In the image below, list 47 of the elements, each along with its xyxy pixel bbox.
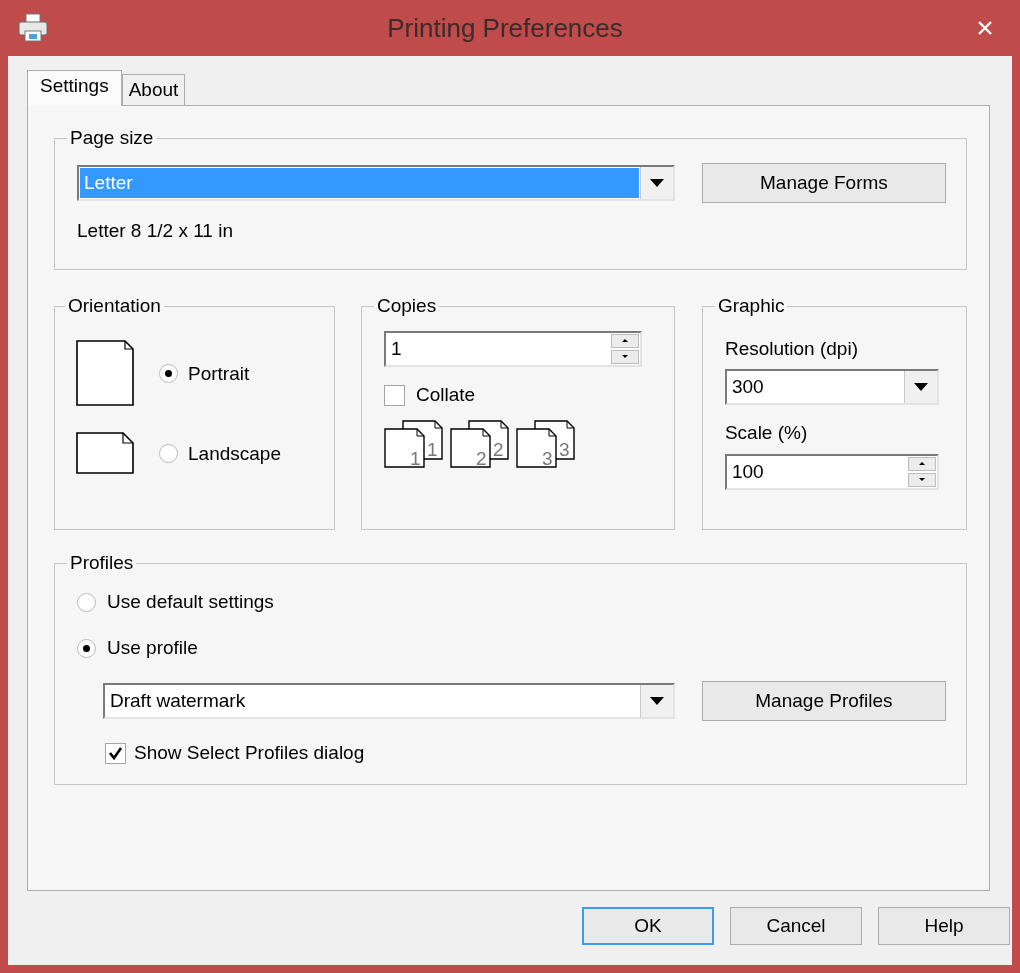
dropdown-arrow-icon[interactable] bbox=[649, 696, 664, 705]
checkbox[interactable] bbox=[384, 384, 405, 406]
page-number: 2 bbox=[476, 448, 487, 470]
close-icon[interactable] bbox=[977, 20, 993, 36]
checkbox-label[interactable]: Collate bbox=[416, 380, 476, 410]
group-title: Orientation bbox=[67, 296, 162, 317]
dialog-button[interactable]: Cancel bbox=[730, 907, 862, 945]
radio-label[interactable]: Use profile bbox=[107, 634, 198, 663]
radio-label[interactable]: Portrait bbox=[188, 359, 250, 389]
radio-button[interactable] bbox=[77, 592, 96, 612]
radio-button[interactable] bbox=[77, 639, 96, 659]
page-number: 3 bbox=[542, 448, 553, 470]
manage-profiles-button[interactable]: Manage Profiles bbox=[701, 680, 946, 721]
radio-label[interactable]: Use default settings bbox=[107, 587, 274, 617]
group-title: Profiles bbox=[69, 553, 135, 574]
dropdown[interactable]: 300 bbox=[724, 369, 939, 406]
page-number: 3 bbox=[559, 439, 570, 461]
dropdown[interactable]: Draft watermark bbox=[103, 682, 675, 719]
page-number: 1 bbox=[410, 448, 421, 470]
group-title: Graphic bbox=[716, 296, 786, 317]
spin-down-button[interactable] bbox=[611, 349, 639, 364]
dialog-button[interactable]: OK bbox=[582, 907, 714, 945]
spin-up-button[interactable] bbox=[611, 333, 639, 348]
dialog-button[interactable]: Help bbox=[878, 907, 1010, 945]
printer-icon bbox=[18, 13, 48, 43]
spin-down-button[interactable] bbox=[907, 472, 936, 487]
tab[interactable]: Settings bbox=[27, 70, 122, 106]
page-size-description: Letter 8 1/2 x 11 in bbox=[77, 218, 234, 243]
group-title: Page size bbox=[69, 128, 155, 149]
page-number: 2 bbox=[493, 439, 504, 461]
page-number: 1 bbox=[427, 439, 438, 461]
field-label: Resolution (dpi) bbox=[724, 336, 859, 361]
checkbox-label[interactable]: Show Select Profiles dialog bbox=[134, 738, 365, 768]
field-label: Scale (%) bbox=[724, 421, 809, 446]
dropdown-arrow-icon[interactable] bbox=[913, 383, 928, 392]
checkbox[interactable] bbox=[105, 742, 126, 764]
spin-field[interactable]: 1 bbox=[384, 330, 642, 367]
dropdown-arrow-icon[interactable] bbox=[649, 178, 664, 187]
spin-up-button[interactable] bbox=[907, 456, 936, 471]
window-title: Printing Preferences bbox=[386, 11, 624, 45]
spin-field[interactable]: 100 bbox=[724, 453, 939, 490]
radio-button[interactable] bbox=[159, 364, 178, 384]
manage-forms-button[interactable]: Manage Forms bbox=[701, 162, 946, 203]
group-title: Copies bbox=[376, 296, 438, 317]
radio-label[interactable]: Landscape bbox=[188, 439, 281, 469]
radio-button[interactable] bbox=[159, 444, 178, 464]
tab[interactable]: About bbox=[121, 74, 186, 105]
